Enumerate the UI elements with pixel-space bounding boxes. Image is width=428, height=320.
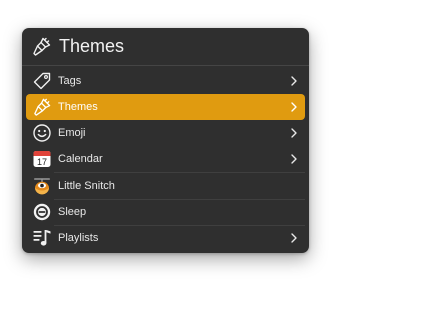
menu-item-little-snitch[interactable]: Little Snitch bbox=[26, 173, 305, 199]
brush-icon bbox=[33, 37, 51, 56]
calendar-icon: 17 bbox=[33, 151, 51, 167]
menu-item-emoji[interactable]: Emoji bbox=[26, 120, 305, 146]
little-snitch-icon bbox=[34, 178, 50, 195]
menu-item-label: Themes bbox=[58, 101, 98, 113]
menu-item-label: Emoji bbox=[58, 127, 86, 139]
themes-popover: Themes Tags Themes Emoji 17 Calendar Lit… bbox=[22, 28, 309, 253]
chevron-right-icon bbox=[291, 102, 297, 112]
menu-item-tags[interactable]: Tags bbox=[26, 68, 305, 94]
calendar-icon-day: 17 bbox=[37, 157, 47, 167]
popover-header: Themes bbox=[22, 28, 309, 66]
menu-item-calendar[interactable]: 17 Calendar bbox=[26, 146, 305, 172]
chevron-right-icon bbox=[291, 154, 297, 164]
menu-item-label: Playlists bbox=[58, 232, 99, 244]
chevron-right-icon bbox=[291, 76, 297, 86]
menu-item-playlists[interactable]: Playlists bbox=[26, 225, 305, 251]
brush-icon bbox=[34, 98, 51, 116]
smiley-icon bbox=[33, 124, 51, 142]
menu-item-label: Little Snitch bbox=[58, 180, 115, 192]
playlist-icon bbox=[33, 230, 51, 246]
chevron-right-icon bbox=[291, 233, 297, 243]
chevron-right-icon bbox=[291, 128, 297, 138]
menu-item-label: Sleep bbox=[58, 206, 87, 218]
tag-icon bbox=[33, 72, 51, 90]
page-title: Themes bbox=[59, 36, 125, 56]
menu-item-label: Calendar bbox=[58, 153, 103, 165]
menu-item-themes[interactable]: Themes bbox=[26, 94, 305, 120]
sleep-icon bbox=[33, 203, 51, 221]
menu-item-sleep[interactable]: Sleep bbox=[26, 199, 305, 225]
menu-item-label: Tags bbox=[58, 75, 82, 87]
